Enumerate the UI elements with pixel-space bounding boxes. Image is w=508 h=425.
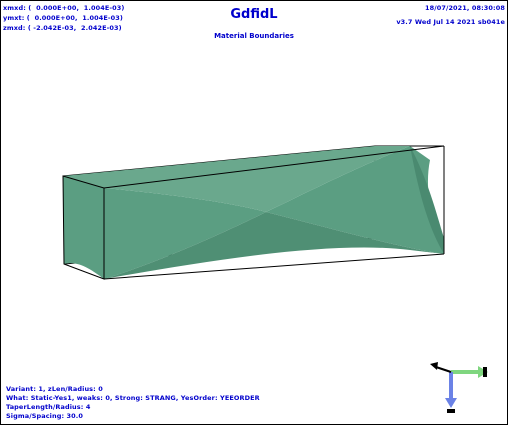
z-axis-arrow-icon bbox=[430, 362, 452, 373]
x-axis-arrow-icon bbox=[451, 366, 488, 378]
coordinate-axes-icon bbox=[430, 362, 488, 413]
y-axis-arrow-icon bbox=[445, 372, 457, 413]
